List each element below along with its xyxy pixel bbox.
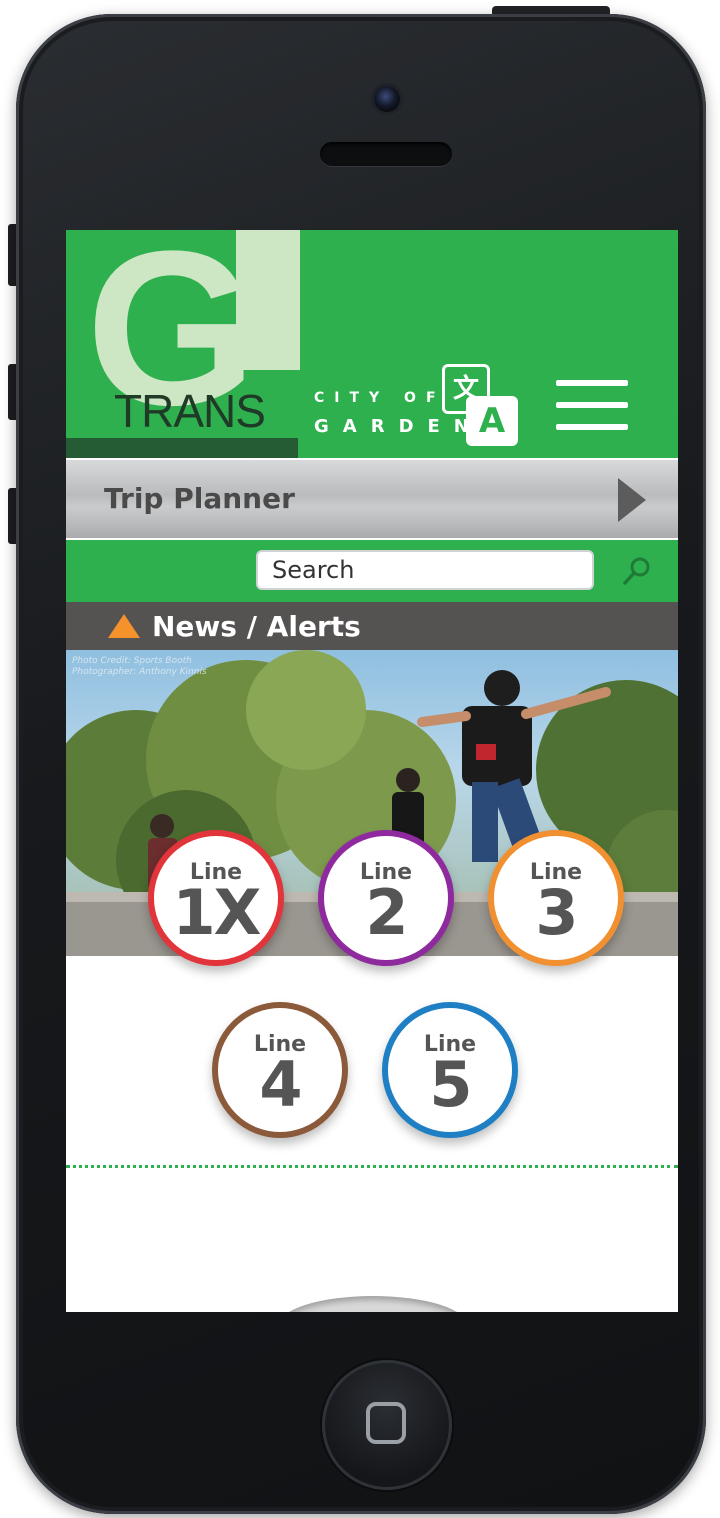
line-number: 1X <box>172 876 262 949</box>
site-header: G TRANS CITY OF GARDENA 文 A <box>66 230 678 458</box>
line-number: 3 <box>535 876 578 949</box>
line-5-button[interactable]: Line 5 <box>382 1002 518 1138</box>
earpiece-speaker <box>320 142 452 166</box>
menu-line <box>556 402 628 408</box>
front-camera <box>374 86 400 112</box>
line-2-button[interactable]: Line 2 <box>318 830 454 966</box>
line-3-button[interactable]: Line 3 <box>488 830 624 966</box>
search-icon[interactable] <box>620 554 654 588</box>
search-bar <box>66 540 678 602</box>
city-of-text: CITY OF <box>314 390 446 406</box>
trip-planner-label: Trip Planner <box>104 482 295 515</box>
line-1x-button[interactable]: Line 1X <box>148 830 284 966</box>
menu-line <box>556 424 628 430</box>
translate-button[interactable]: 文 A <box>436 364 522 448</box>
logo-word-trans: TRANS <box>114 385 266 437</box>
home-square-icon <box>366 1402 406 1444</box>
photographer-line: Photographer: Anthony Kinnis <box>72 667 207 677</box>
dotted-divider <box>66 1165 678 1168</box>
logo-underbar <box>66 438 298 458</box>
scroll-edge-shadow <box>278 1296 468 1312</box>
gtrans-logo[interactable]: G TRANS <box>66 230 300 458</box>
chevron-right-icon <box>618 478 646 522</box>
line-number: 2 <box>365 876 408 949</box>
trip-planner-button[interactable]: Trip Planner <box>66 460 678 538</box>
search-input[interactable] <box>256 550 594 590</box>
news-alerts-bar[interactable]: News / Alerts <box>66 602 678 650</box>
translate-icon-front: A <box>466 396 518 446</box>
line-4-button[interactable]: Line 4 <box>212 1002 348 1138</box>
news-alerts-label: News / Alerts <box>152 610 361 643</box>
phone-screen: G TRANS CITY OF GARDENA 文 A Trip Planner… <box>66 230 678 1312</box>
photo-credit-line: Photo Credit: Sports Booth <box>72 656 192 666</box>
line-number: 4 <box>259 1048 302 1121</box>
line-number: 5 <box>429 1048 472 1121</box>
hamburger-menu-icon[interactable] <box>556 380 628 440</box>
home-button[interactable] <box>322 1360 452 1490</box>
alert-triangle-icon <box>108 614 140 638</box>
menu-line <box>556 380 628 386</box>
photo-credit: Photo Credit: Sports Booth Photographer:… <box>72 656 207 678</box>
